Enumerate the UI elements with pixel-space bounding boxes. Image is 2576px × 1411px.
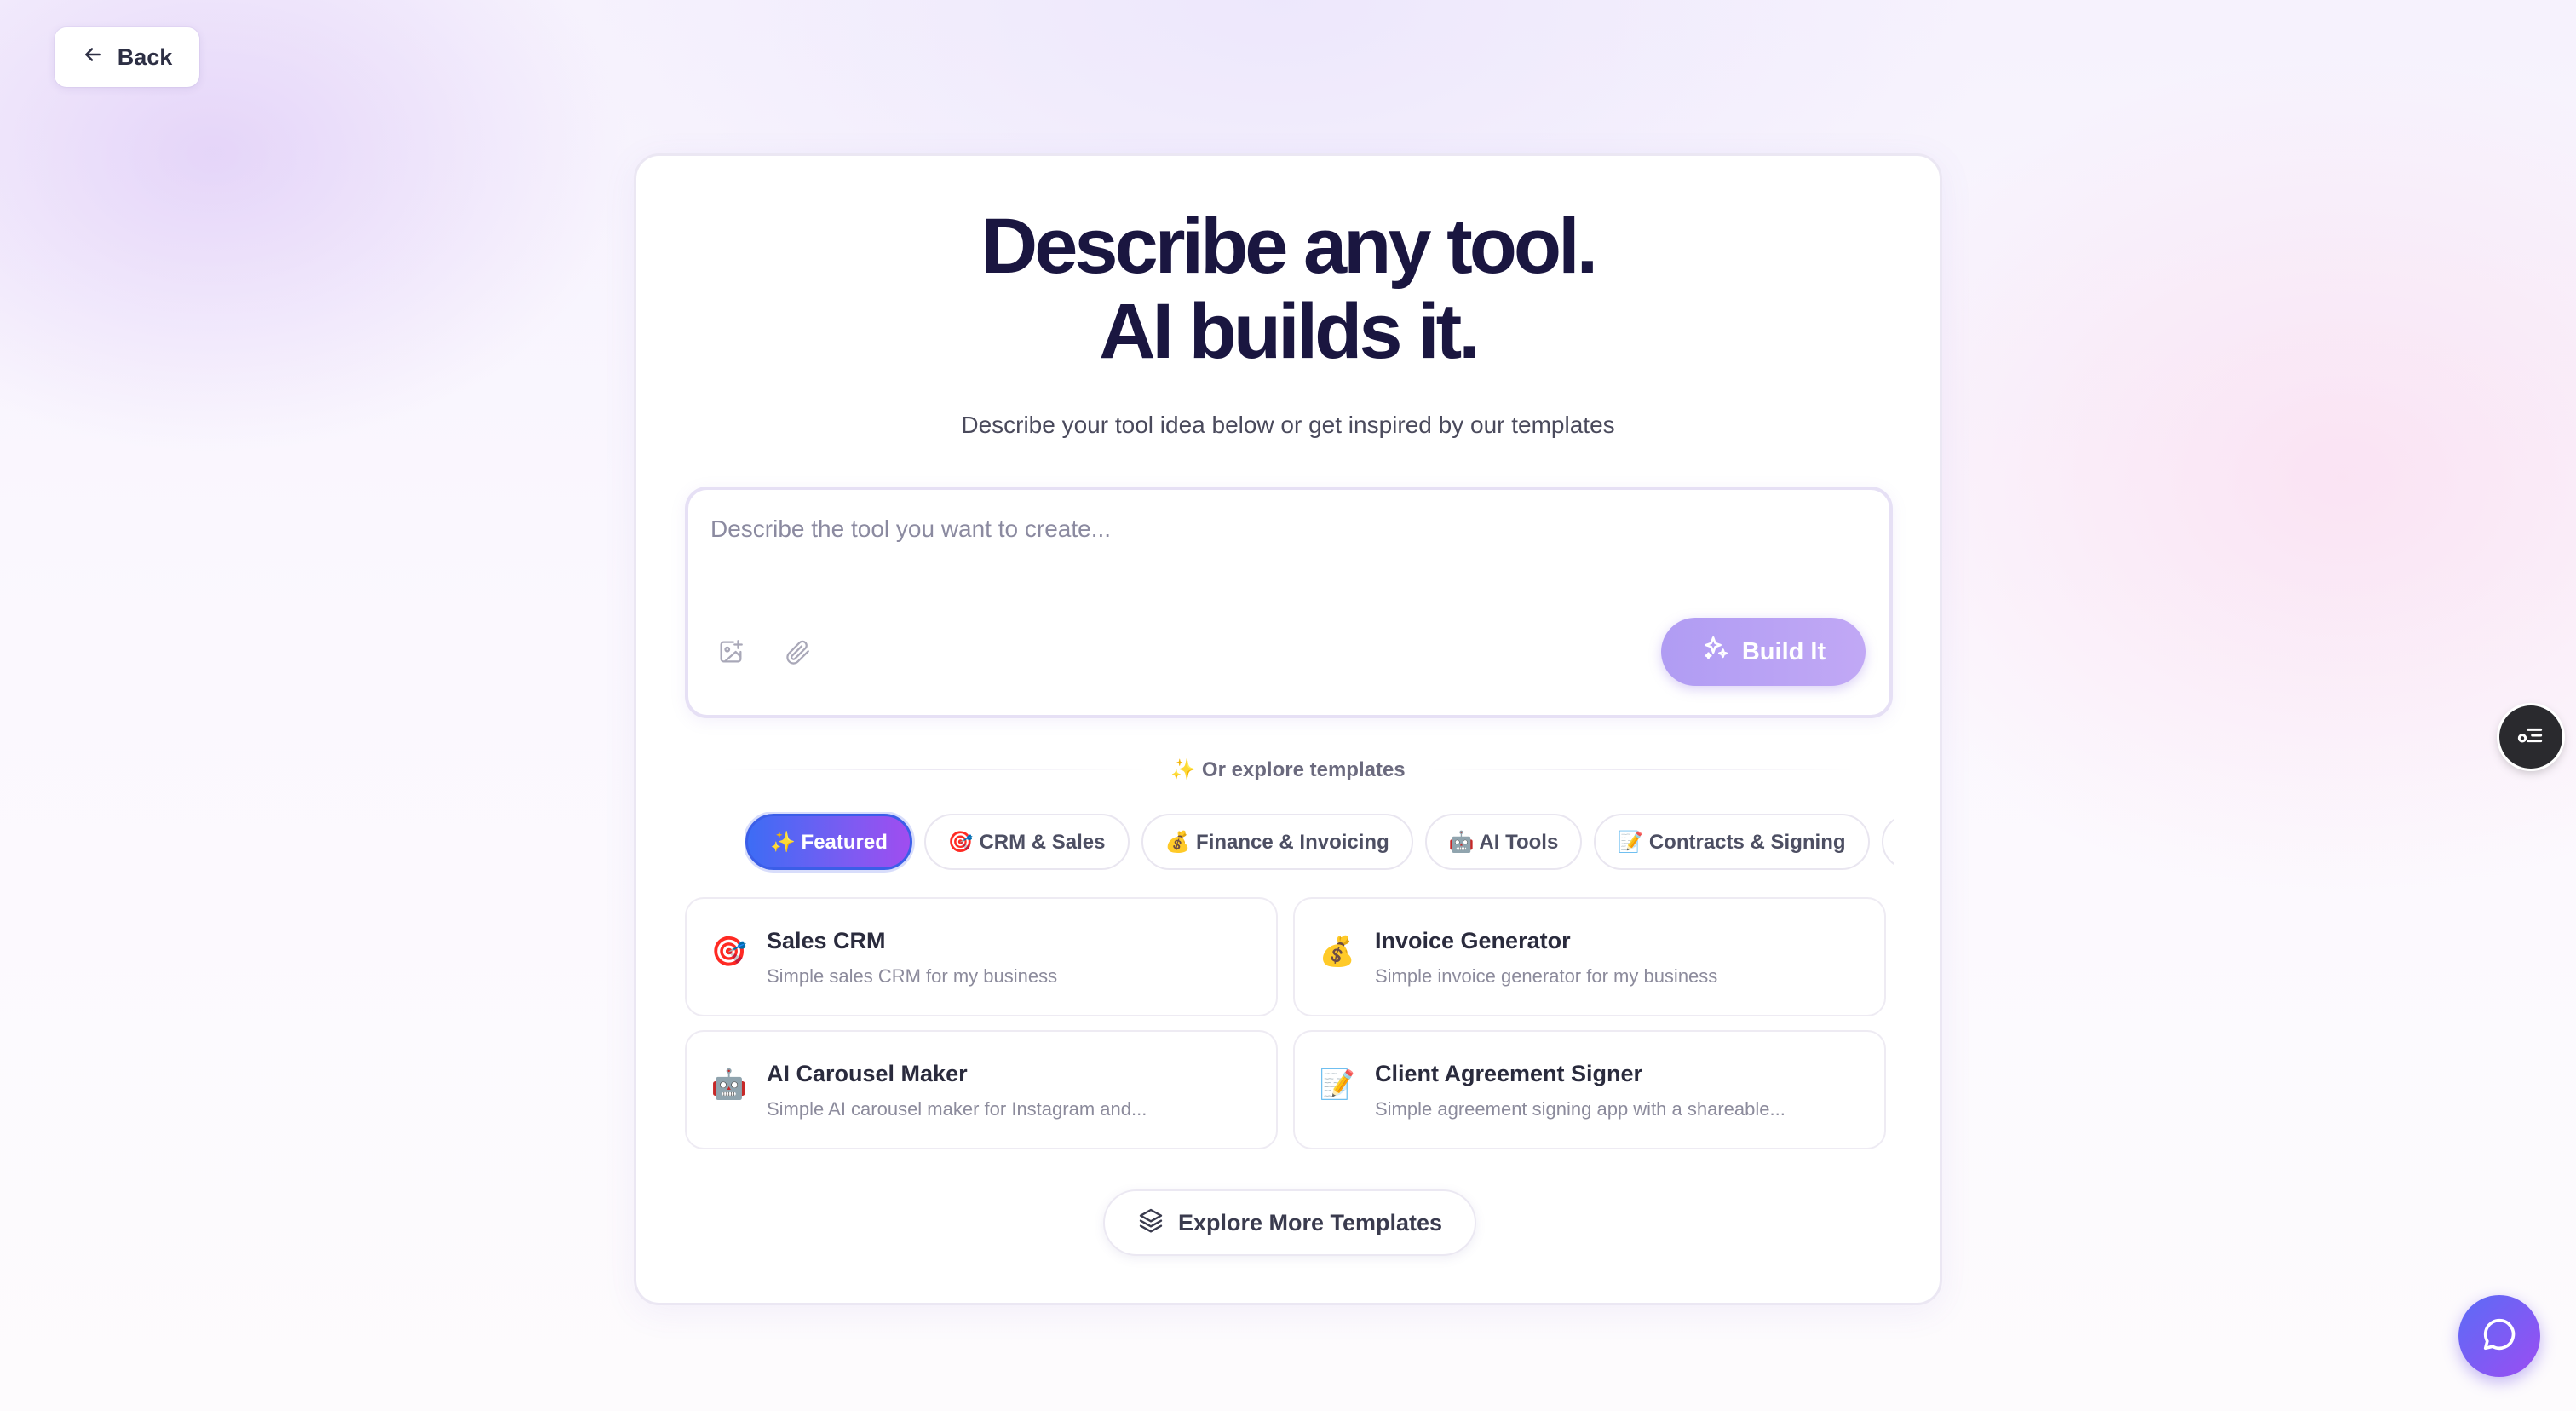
target-icon: 🎯 [710,936,748,968]
tab-finance-invoicing[interactable]: 💰 Finance & Invoicing [1141,814,1413,870]
toggle-list-icon [2514,718,2548,757]
sparkles-icon [1701,634,1730,670]
chat-support-button[interactable] [2458,1295,2540,1377]
explore-more-templates-button[interactable]: Explore More Templates [1103,1189,1476,1256]
template-card-invoice-generator[interactable]: 💰 Invoice Generator Simple invoice gener… [1293,897,1886,1016]
back-button[interactable]: Back [55,27,199,87]
tab-ai-tools[interactable]: 🤖 AI Tools [1424,814,1583,870]
toggle-list-button[interactable] [2499,706,2562,769]
page-subtitle: Describe your tool idea below or get ins… [961,412,1615,438]
builder-card: Describe any tool. AI builds it. Describ… [634,153,1942,1305]
explore-more-label: Explore More Templates [1177,1209,1443,1235]
prompt-box: Build It [685,487,1893,718]
tab-contracts-signing[interactable]: 📝 Contracts & Signing [1594,814,1870,870]
build-it-label: Build It [1741,637,1826,665]
template-category-tabs: ✨ Featured 🎯 CRM & Sales 💰 Finance & Inv… [745,812,1894,873]
title-line-1: Describe any tool. [980,203,1598,290]
layers-icon [1137,1207,1164,1240]
template-title: AI Carousel Maker [767,1061,968,1086]
template-description: Simple agreement signing app with a shar… [1375,1098,1785,1120]
template-description: Simple sales CRM for my business [767,965,1058,987]
arrow-left-icon [82,43,104,72]
paperclip-icon[interactable] [780,635,814,669]
template-card-ai-carousel-maker[interactable]: 🤖 AI Carousel Maker Simple AI carousel m… [685,1030,1278,1149]
page-title: Describe any tool. AI builds it. [636,204,1940,374]
memo-icon: 📝 [1319,1068,1356,1101]
robot-icon: 🤖 [710,1068,748,1101]
build-it-button[interactable]: Build It [1661,618,1866,686]
template-description: Simple invoice generator for my business [1375,965,1718,987]
template-title: Invoice Generator [1375,928,1571,953]
template-description: Simple AI carousel maker for Instagram a… [767,1098,1147,1120]
template-card-sales-crm[interactable]: 🎯 Sales CRM Simple sales CRM for my busi… [685,897,1278,1016]
back-label: Back [117,43,173,70]
template-card-client-agreement-signer[interactable]: 📝 Client Agreement Signer Simple agreeme… [1293,1030,1886,1149]
tool-description-input[interactable] [710,515,1818,592]
chat-bubble-icon [2480,1315,2519,1358]
template-title: Client Agreement Signer [1375,1061,1643,1086]
template-title: Sales CRM [767,928,886,953]
tab-featured[interactable]: ✨ Featured [745,814,912,870]
divider-line-left [722,769,1147,770]
title-line-2: AI builds it. [1099,288,1481,375]
divider-line-right [1429,769,1854,770]
tab-crm-sales[interactable]: 🎯 CRM & Sales [923,814,1130,870]
divider-label: ✨ Or explore templates [1170,757,1406,781]
money-bag-icon: 💰 [1319,936,1356,968]
tab-more[interactable]: ⚡ [1881,814,1894,870]
templates-divider: ✨ Or explore templates [722,752,1854,786]
image-plus-icon[interactable] [714,635,748,669]
